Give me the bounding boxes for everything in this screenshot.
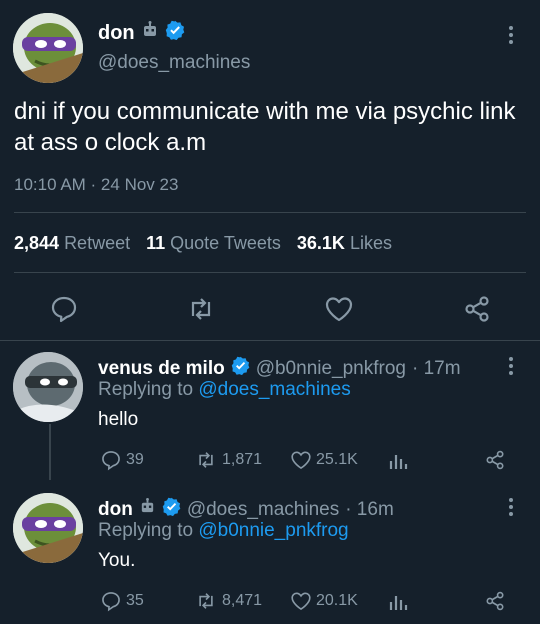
reply-button[interactable]: 35 [100,590,144,612]
reply-time[interactable]: · 17m [412,358,461,380]
reply-icon[interactable] [49,294,79,324]
share-icon[interactable] [484,449,506,471]
reply-text: hello [98,409,139,430]
replying-to-link[interactable]: @does_machines [198,379,350,400]
divider [14,212,526,213]
reply-icon [102,592,120,612]
analytics-icon[interactable] [387,590,409,612]
reply-button[interactable]: 39 [100,449,144,471]
turtle-avatar-image [13,493,83,563]
retweet-button[interactable]: 1,871 [194,449,262,471]
more-options-icon[interactable] [508,498,514,516]
share-icon[interactable] [484,590,506,612]
retweets-stat[interactable]: 2,844 Retweet [14,233,130,254]
avatar-venus-de-milo[interactable] [13,352,83,422]
replying-to-link[interactable]: @b0nnie_pnkfrog [198,520,348,541]
likes-stat[interactable]: 36.1K Likes [297,233,392,254]
reply-action-bar: 35 8,471 20.1K [98,590,518,616]
avatar-don[interactable] [13,13,83,83]
analytics-icon[interactable] [387,449,409,471]
replying-to-line: Replying to @b0nnie_pnkfrog [98,520,349,541]
retweet-icon[interactable] [186,294,216,324]
automated-account-icon [139,498,156,521]
tweet-text: dni if you communicate with me via psych… [14,98,516,156]
reply-text: You. [98,550,136,571]
quote-tweets-stat[interactable]: 11 Quote Tweets [146,233,281,254]
replying-to-line: Replying to @does_machines [98,379,351,400]
reply-icon [102,451,120,471]
like-icon[interactable] [324,294,354,324]
like-button[interactable]: 25.1K [290,449,358,471]
author-name[interactable]: don [98,499,133,521]
retweet-icon [199,452,213,468]
retweet-icon [199,593,213,609]
verified-badge-icon [231,356,250,381]
turtle-avatar-image [13,13,83,83]
automated-account-icon [141,21,159,45]
more-options-icon[interactable] [508,357,514,375]
tweet-timestamp[interactable]: 10:10 AM · 24 Nov 23 [14,175,178,195]
author-name[interactable]: don [98,22,135,45]
like-button[interactable]: 20.1K [290,590,358,612]
verified-badge-icon [165,20,185,46]
avatar-don[interactable] [13,493,83,563]
reply-time[interactable]: · 16m [345,499,394,521]
tweet-action-bar [0,288,540,328]
turtle-avatar-image [13,352,83,422]
more-options-icon[interactable] [508,26,514,44]
share-icon[interactable] [462,294,492,324]
thread-line [49,424,51,480]
divider [0,340,540,341]
author-handle[interactable]: @does_machines [187,499,339,521]
tweet-stats: 2,844 Retweet 11 Quote Tweets 36.1K Like… [14,233,392,254]
divider [14,272,526,273]
author-handle[interactable]: @does_machines [98,52,250,74]
retweet-button[interactable]: 8,471 [194,590,262,612]
reply-action-bar: 39 1,871 25.1K [98,449,518,475]
author-name[interactable]: venus de milo [98,358,225,380]
like-icon [291,592,311,611]
like-icon [291,451,311,470]
author-handle[interactable]: @b0nnie_pnkfrog [256,358,406,380]
verified-badge-icon [162,497,181,522]
